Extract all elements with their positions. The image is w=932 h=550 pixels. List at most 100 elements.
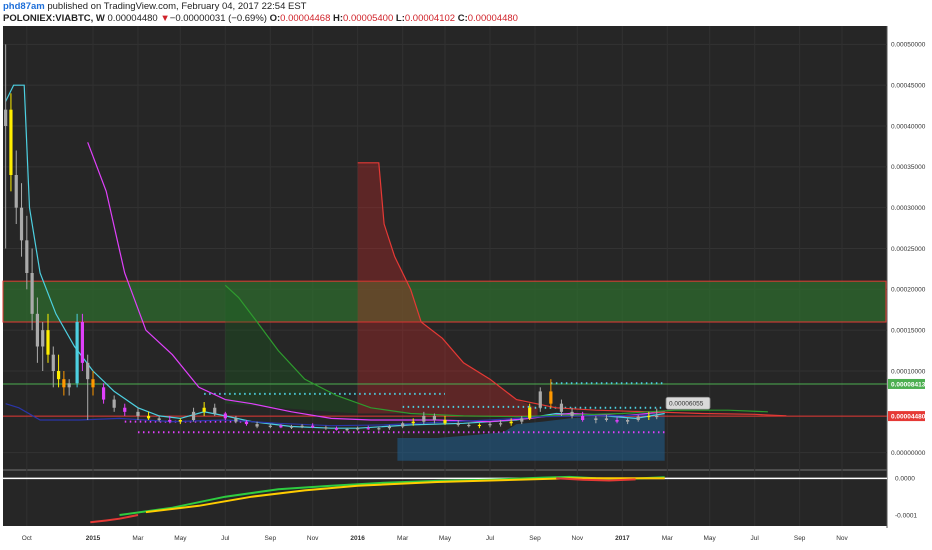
candle-body [223, 413, 227, 419]
candle-body [377, 428, 381, 430]
last-price: 0.00004480 [107, 13, 158, 24]
price-tick-label: 0.00020000 [891, 287, 926, 294]
candle-body [67, 383, 71, 388]
candle-body [467, 424, 471, 427]
candle-body [51, 354, 55, 371]
candle-body [268, 425, 272, 427]
candle-body [324, 427, 328, 429]
candle-body [520, 418, 524, 422]
candle-body [123, 407, 127, 412]
time-tick-label: 2016 [350, 535, 365, 542]
author-link[interactable]: phd87am [3, 1, 45, 12]
candle-body [213, 407, 217, 414]
close-label: C: [457, 13, 468, 24]
time-tick-label: Mar [662, 535, 674, 542]
time-tick-label: Nov [307, 535, 319, 542]
candle-body [443, 420, 447, 424]
price-tick-label: 0.00015000 [891, 327, 926, 334]
candle-body [538, 391, 542, 408]
time-tick-label: May [704, 535, 717, 542]
candle-body [334, 428, 339, 430]
candle-body [244, 421, 249, 425]
candle-body [615, 420, 619, 422]
candle-body [168, 420, 172, 422]
price-tick-label: 0.00040000 [891, 123, 926, 130]
price-tick-label: 0.00000000 [891, 450, 926, 457]
price-tick-label: 0.00045000 [891, 82, 926, 89]
candle-body [86, 362, 90, 380]
candle-body [604, 418, 609, 420]
candle-body [356, 428, 360, 430]
candle-body [549, 391, 553, 404]
open-label: O: [269, 13, 281, 24]
candle-body [56, 371, 61, 380]
publish-line: phd87am published on TradingView.com, Fe… [3, 1, 307, 12]
time-tick-label: Nov [572, 535, 584, 542]
candle-body [25, 240, 29, 273]
candle-body [146, 415, 151, 419]
published-text: published on TradingView.com, February 0… [47, 1, 307, 12]
candle-body [422, 415, 426, 422]
candle-body [14, 175, 18, 208]
candle-body [456, 423, 460, 425]
candle-body [19, 207, 24, 241]
price-tick-label: 0.00050000 [891, 42, 926, 49]
low-value: 0.00004102 [404, 13, 456, 24]
candle-body [41, 330, 45, 347]
candle-body [112, 399, 116, 408]
candle-body [9, 109, 13, 175]
candle-body [488, 424, 492, 426]
indicator-tick-label: -0.0001 [895, 512, 917, 519]
candle-body [655, 415, 659, 418]
candle-body [80, 322, 85, 363]
candle-body [581, 415, 585, 420]
price-tick-label: 0.00025000 [891, 246, 926, 253]
price-callout-label: 0.00006055 [669, 401, 704, 408]
price-tag-label: 0.00008413 [891, 381, 926, 388]
time-tick-label: Nov [836, 535, 848, 542]
price-tick-label: 0.00030000 [891, 205, 926, 212]
time-tick-label: Oct [22, 535, 32, 542]
candle-body [559, 403, 564, 412]
time-tick-label: Mar [132, 535, 144, 542]
candle-body [30, 273, 34, 314]
candle-body [289, 426, 294, 428]
candle-body [411, 421, 415, 424]
candle-body [157, 418, 161, 420]
indicator-tick-label: 0.0000 [895, 476, 915, 483]
change-value: −0.00000031 (−0.69%) [169, 13, 267, 24]
candle-body [626, 420, 630, 422]
price-tag-label: 0.00004480 [891, 414, 926, 421]
candle-body [46, 330, 50, 355]
high-label: H: [333, 13, 344, 24]
candle-body [191, 411, 196, 420]
candle-body [477, 424, 482, 427]
candle-body [401, 423, 405, 427]
low-label: L: [395, 13, 405, 24]
candle-body [35, 313, 40, 347]
time-tick-label: Sep [529, 535, 541, 542]
candle-body [234, 418, 238, 422]
candle-body [432, 415, 437, 420]
ohlc-line: POLONIEX:VIABTC, W 0.00004480 ▼−0.000000… [3, 13, 518, 24]
high-value: 0.00005400 [343, 13, 394, 24]
candle-body [345, 428, 349, 431]
candle-body [202, 407, 206, 412]
time-tick-label: May [439, 535, 452, 542]
candle-body [311, 425, 315, 428]
candle-body [387, 426, 392, 429]
chart-header: phd87am published on TradingView.com, Fe… [0, 0, 932, 26]
candle-body [570, 411, 574, 416]
symbol-label: POLONIEX:VIABTC, W [3, 13, 105, 24]
time-tick-label: 2017 [615, 535, 630, 542]
price-tick-label: 0.00035000 [891, 164, 926, 171]
candle-body [594, 418, 598, 420]
candle-body [136, 411, 140, 416]
candle-body [279, 425, 283, 428]
time-tick-label: May [174, 535, 187, 542]
price-chart[interactable]: 0.00050000 0.00045000 0.00040000 0.00035000… [0, 26, 932, 550]
candle-body [636, 416, 640, 420]
candle-body [75, 322, 79, 384]
candle-body [255, 424, 259, 427]
candle-body [101, 387, 106, 400]
